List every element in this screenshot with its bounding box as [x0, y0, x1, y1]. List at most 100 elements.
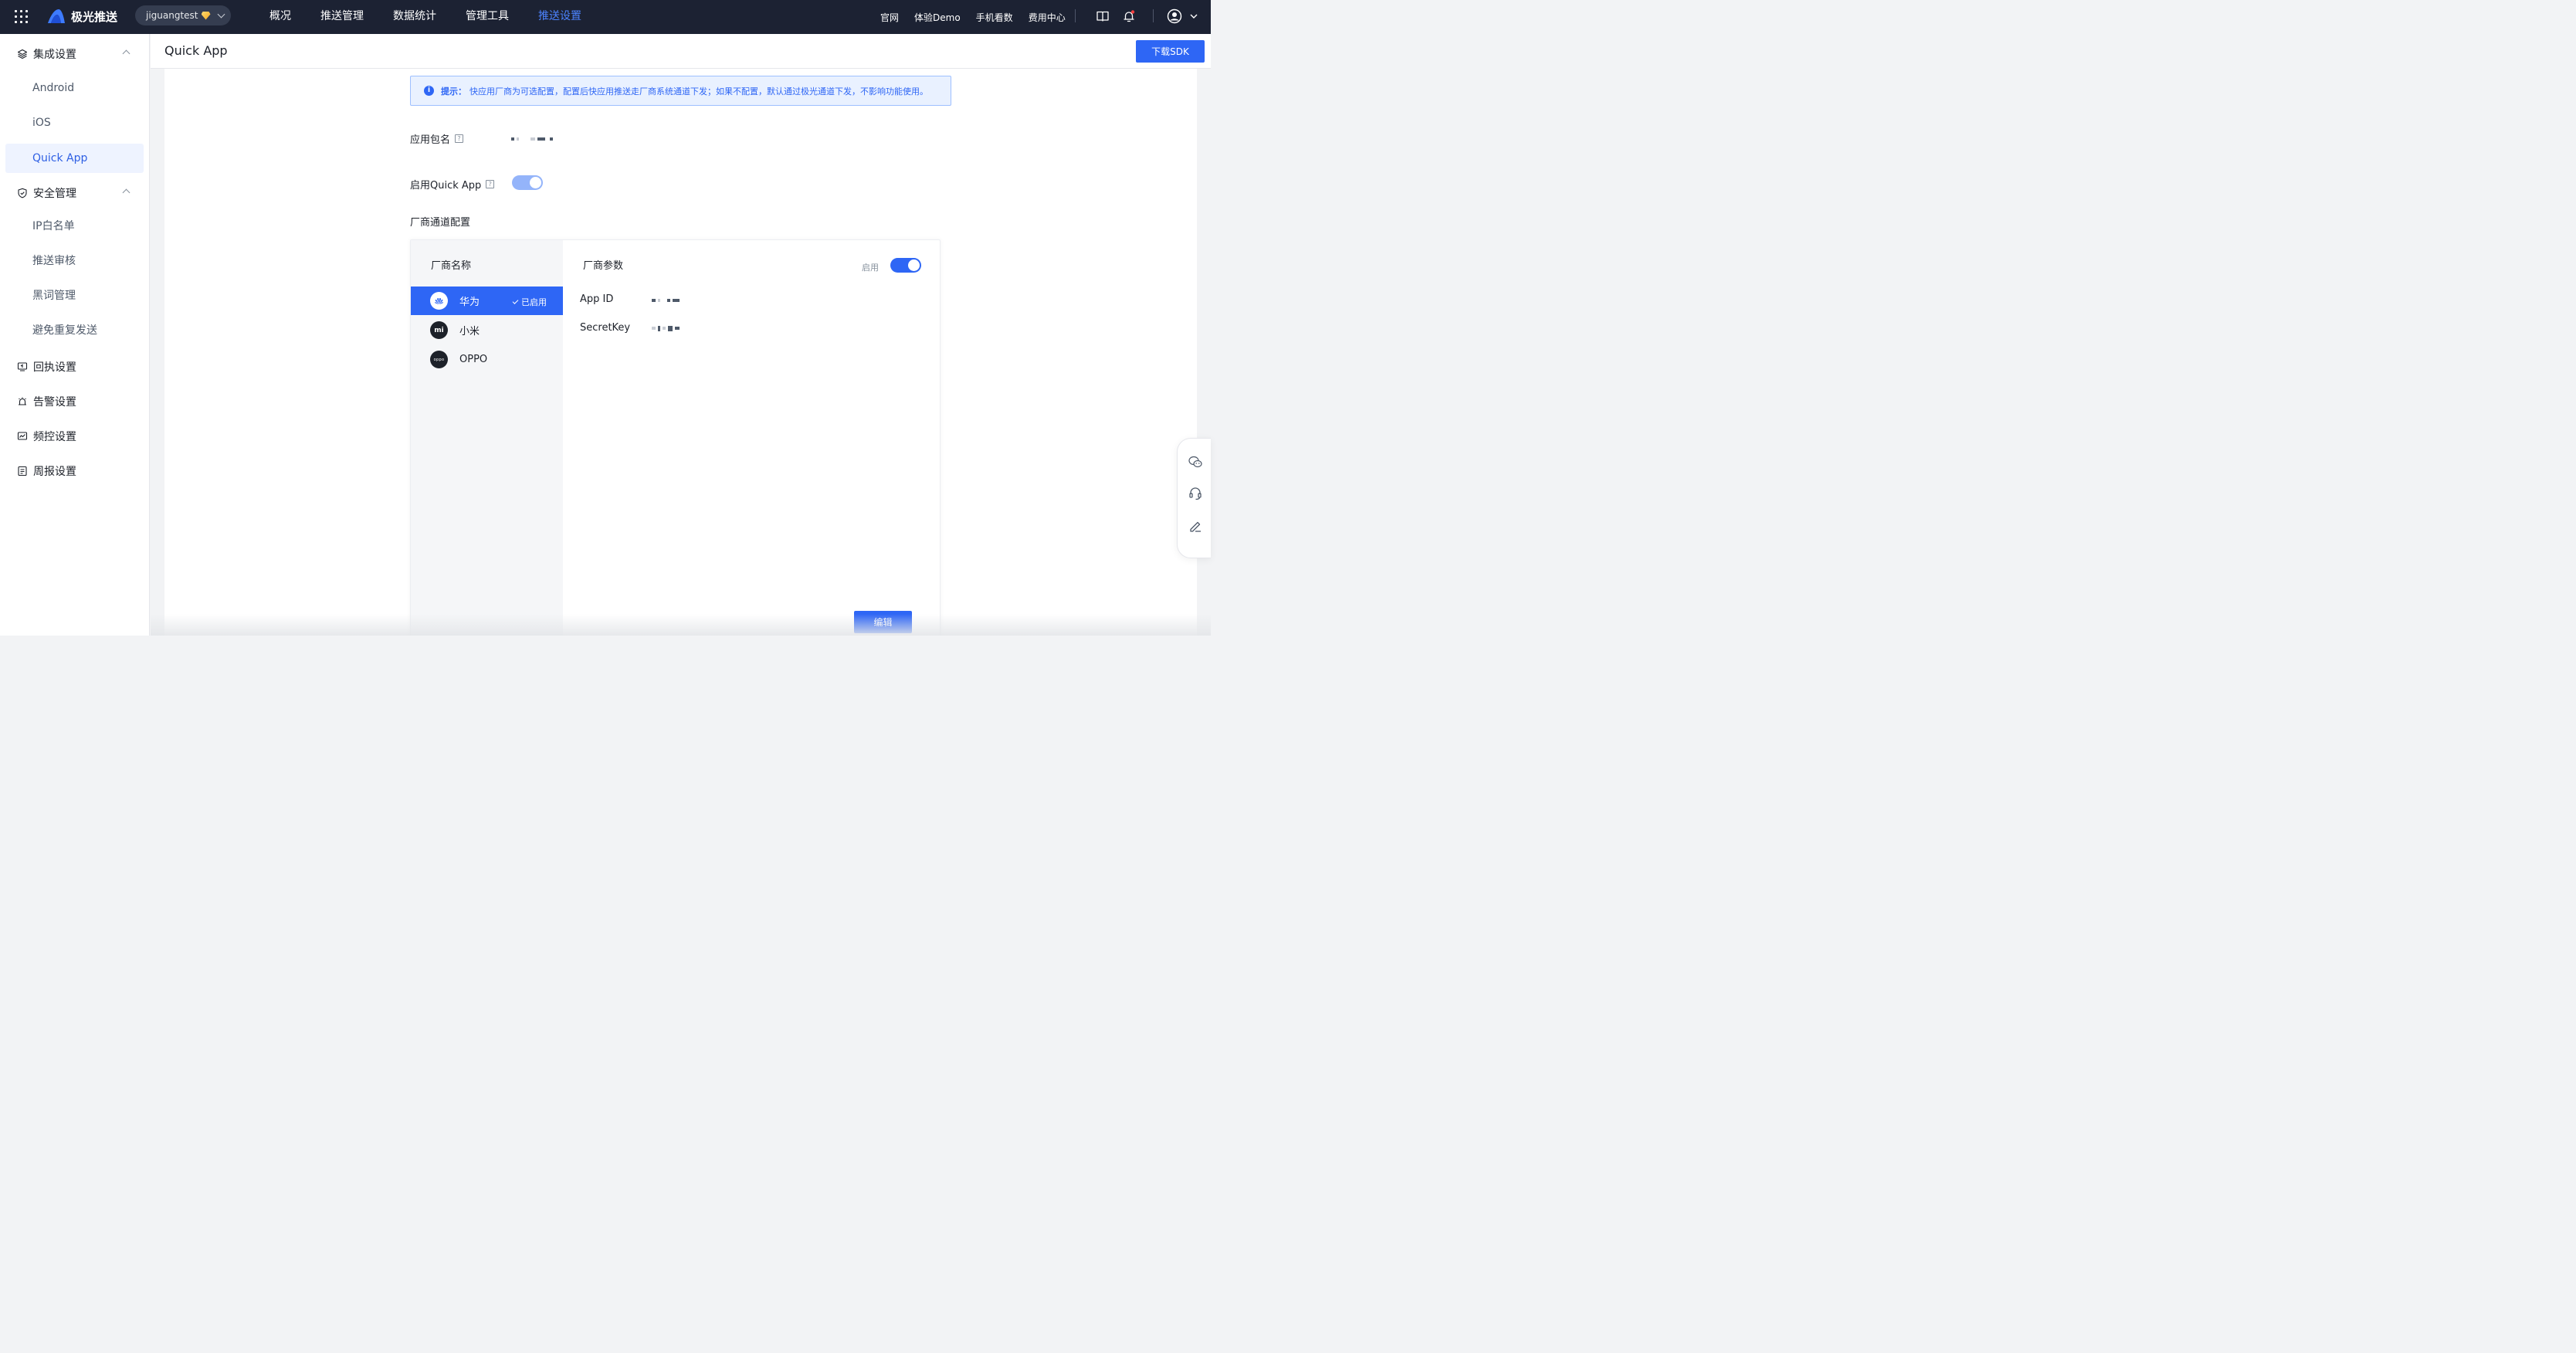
vendor-params-panel: 厂商参数 启用 App ID SecretKey 编辑 [563, 240, 940, 636]
enable-quick-app-label-text: 启用Quick App [410, 180, 482, 192]
tip-text: 快应用厂商为可选配置，配置后快应用推送走厂商系统通道下发；如果不配置，默认通过极… [469, 86, 928, 97]
bell-icon[interactable] [1122, 9, 1136, 23]
vendor-list-title: 厂商名称 [431, 260, 472, 272]
sidebar-group-label: 安全管理 [33, 188, 76, 200]
edit-button[interactable]: 编辑 [854, 611, 912, 633]
vendor-item-xiaomi[interactable]: mi 小米 [411, 316, 563, 344]
sidebar-item-label: 周报设置 [33, 466, 76, 478]
secret-key-value-masked [652, 325, 682, 331]
divider [1153, 9, 1154, 22]
sidebar-group-security[interactable]: 安全管理 [0, 179, 150, 207]
info-icon: i [424, 86, 434, 96]
enabled-tag-text: 已启用 [521, 297, 547, 307]
product-logo[interactable]: 极光推送 [46, 7, 117, 25]
nav-overview[interactable]: 概况 [255, 0, 306, 34]
alarm-icon [17, 396, 28, 407]
package-name-value-masked [511, 136, 555, 142]
chevron-down-icon [217, 10, 225, 18]
toggle-knob [530, 177, 541, 188]
link-billing[interactable]: 费用中心 [1029, 11, 1066, 24]
sidebar-item-ios[interactable]: iOS [5, 108, 144, 137]
sidebar-group-label: 集成设置 [33, 49, 76, 61]
app-id-label: App ID [580, 293, 614, 305]
vendor-list: 厂商名称 华为 已启用 mi 小米 oppo OPPO [411, 240, 563, 636]
huawei-logo-icon [430, 292, 448, 310]
sidebar-item-alarm-settings[interactable]: 告警设置 [0, 388, 150, 415]
vip-gem-icon [201, 11, 211, 20]
sidebar-group-integration[interactable]: 集成设置 [0, 40, 150, 68]
sidebar-item-label: 回执设置 [33, 361, 76, 374]
divider [1075, 9, 1076, 22]
vendor-enable-toggle[interactable] [890, 258, 921, 273]
app-name: jiguangtest [146, 10, 198, 21]
apps-grid-icon[interactable] [15, 10, 28, 23]
enable-quick-app-label: 启用Quick App ? [410, 177, 495, 192]
vendor-name: 华为 [459, 297, 480, 308]
product-name: 极光推送 [71, 9, 118, 24]
sidebar-item-android[interactable]: Android [5, 73, 144, 103]
toggle-knob [908, 259, 920, 271]
sidebar-item-receipt-settings[interactable]: 回执设置 [0, 353, 150, 381]
vendor-name: 小米 [459, 326, 480, 337]
link-official-site[interactable]: 官网 [880, 11, 899, 24]
sidebar-item-push-review[interactable]: 推送审核 [5, 246, 144, 276]
chevron-up-icon [122, 188, 130, 197]
report-icon [17, 466, 28, 476]
vendor-config-panel: 厂商名称 华为 已启用 mi 小米 oppo OPPO 厂商参数 启用 App … [410, 239, 941, 636]
edit-feedback-icon[interactable] [1188, 518, 1203, 534]
floating-help-bar [1177, 438, 1211, 558]
xiaomi-logo-icon: mi [430, 321, 448, 339]
info-tip-banner: i 提示： 快应用厂商为可选配置，配置后快应用推送走厂商系统通道下发；如果不配置… [410, 76, 951, 106]
oppo-logo-icon: oppo [430, 351, 448, 368]
frequency-icon [17, 431, 28, 442]
link-demo[interactable]: 体验Demo [914, 11, 961, 24]
vendor-item-huawei[interactable]: 华为 已启用 [411, 287, 563, 315]
nav-tools[interactable]: 管理工具 [451, 0, 524, 34]
sidebar-item-label: 告警设置 [33, 396, 76, 409]
oppo-logo-text: oppo [433, 357, 445, 362]
receipt-icon [17, 361, 28, 372]
main-content: i 提示： 快应用厂商为可选配置，配置后快应用推送走厂商系统通道下发；如果不配置… [164, 69, 1197, 636]
link-mobile-view[interactable]: 手机看数 [976, 11, 1013, 24]
sidebar-item-label: 频控设置 [33, 431, 76, 443]
help-icon[interactable]: ? [455, 134, 464, 143]
sidebar-item-dedup-send[interactable]: 避免重复发送 [5, 316, 144, 345]
nav-statistics[interactable]: 数据统计 [378, 0, 451, 34]
page-header: Quick App 下载SDK [151, 34, 1211, 69]
book-icon[interactable] [1096, 9, 1110, 23]
top-links: 官网 体验Demo 手机看数 费用中心 [873, 0, 1073, 34]
xiaomi-logo-text: mi [434, 326, 444, 334]
tip-label: 提示： [441, 86, 466, 97]
main-nav: 概况 推送管理 数据统计 管理工具 推送设置 [255, 0, 596, 34]
user-avatar-icon[interactable] [1167, 8, 1182, 24]
sidebar-item-quick-app[interactable]: Quick App [5, 144, 144, 173]
vendor-section-title: 厂商通道配置 [410, 217, 471, 229]
chevron-down-icon[interactable] [1189, 12, 1198, 21]
vendor-params-title: 厂商参数 [583, 260, 624, 272]
aurora-logo-icon [48, 9, 65, 23]
app-id-value-masked [652, 297, 682, 303]
app-switcher[interactable]: jiguangtest [135, 5, 231, 25]
sidebar-item-report-settings[interactable]: 周报设置 [0, 457, 150, 485]
vendor-item-oppo[interactable]: oppo OPPO [411, 345, 563, 374]
enabled-tag: 已启用 [512, 296, 547, 308]
sidebar: 集成设置 Android iOS Quick App 安全管理 IP白名单 推送… [0, 34, 150, 636]
package-name-label: 应用包名 ? [410, 131, 464, 146]
nav-push-management[interactable]: 推送管理 [306, 0, 378, 34]
sidebar-item-frequency-settings[interactable]: 频控设置 [0, 422, 150, 450]
shield-icon [17, 188, 28, 198]
download-sdk-button[interactable]: 下载SDK [1136, 40, 1205, 63]
sidebar-item-blocked-words[interactable]: 黑词管理 [5, 281, 144, 310]
wechat-icon[interactable] [1188, 454, 1203, 470]
nav-push-settings[interactable]: 推送设置 [524, 0, 596, 34]
check-icon [512, 298, 519, 304]
chevron-up-icon [122, 49, 130, 58]
headset-support-icon[interactable] [1188, 486, 1203, 501]
help-icon[interactable]: ? [486, 180, 495, 188]
layers-icon [17, 49, 28, 59]
sidebar-item-ip-whitelist[interactable]: IP白名单 [5, 212, 144, 241]
page-title: Quick App [164, 43, 228, 58]
vendor-name: OPPO [459, 354, 488, 365]
package-name-label-text: 应用包名 [410, 134, 451, 146]
enable-quick-app-toggle[interactable] [512, 175, 543, 190]
